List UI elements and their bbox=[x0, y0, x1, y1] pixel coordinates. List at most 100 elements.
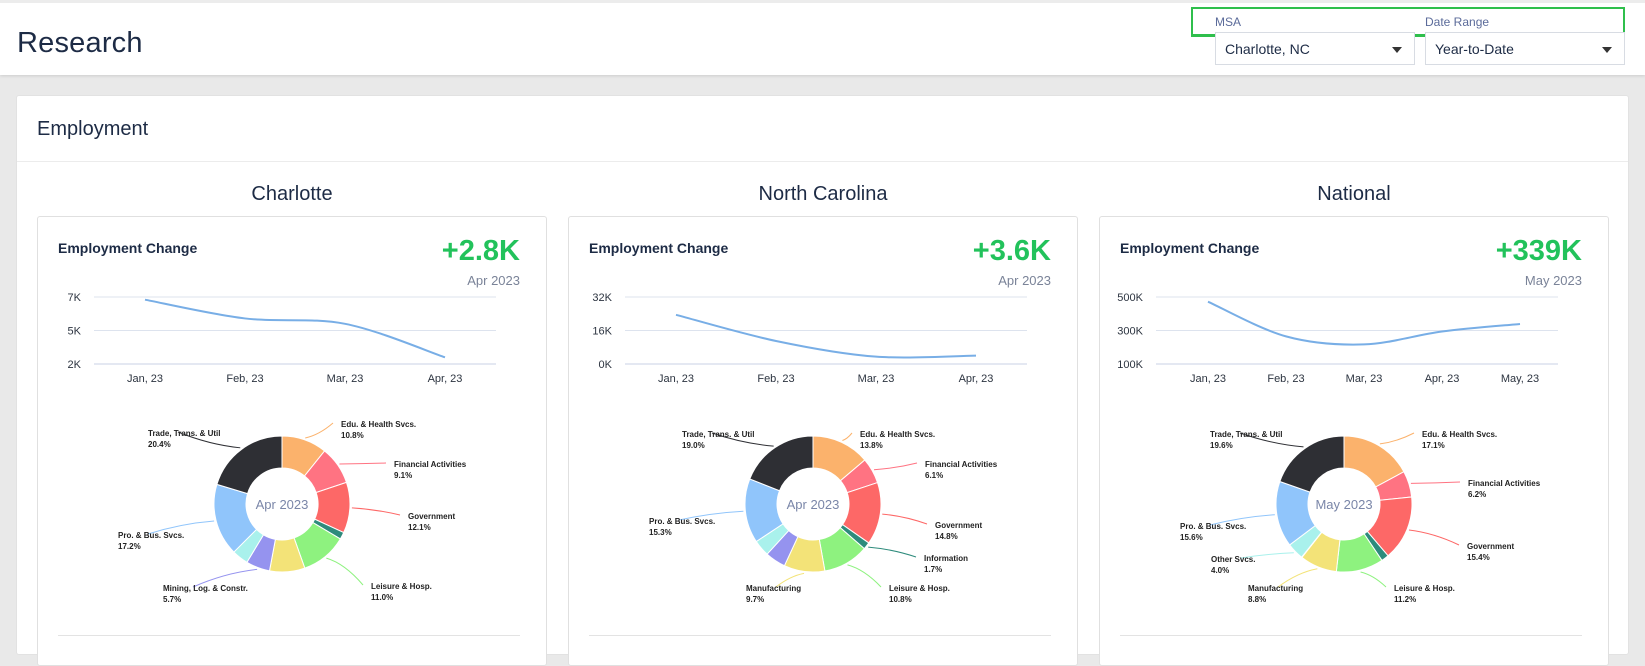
donut-center-label: May 2023 bbox=[1315, 497, 1372, 512]
slice-label: Trade, Trans. & Util bbox=[1210, 430, 1282, 439]
region-title: National bbox=[1317, 183, 1391, 205]
leader-line bbox=[882, 513, 928, 525]
slice-label: Pro. & Bus. Svcs. bbox=[1180, 522, 1246, 531]
chevron-down-icon bbox=[1602, 47, 1612, 53]
slice-label: Mining, Log. & Constr. bbox=[163, 584, 248, 593]
slice-value: 19.6% bbox=[1210, 441, 1233, 450]
divider bbox=[58, 635, 520, 636]
x-tick-label: Jan, 23 bbox=[658, 373, 694, 385]
x-tick-label: Feb, 23 bbox=[757, 373, 794, 385]
x-tick-label: May, 23 bbox=[1501, 373, 1539, 385]
y-tick-label: 16K bbox=[592, 326, 612, 338]
leader-line bbox=[326, 557, 364, 586]
region-title: Charlotte bbox=[251, 183, 333, 205]
slice-value: 17.2% bbox=[118, 542, 141, 551]
slice-value: 10.8% bbox=[341, 431, 364, 440]
slice-label: Manufacturing bbox=[1248, 584, 1303, 593]
slice-label: Information bbox=[924, 554, 968, 563]
slice-value: 11.2% bbox=[1394, 595, 1416, 604]
slice-value: 15.3% bbox=[649, 528, 672, 537]
y-tick-label: 7K bbox=[68, 292, 82, 304]
employment-charts: 7K 5K 2K Jan, 23 Feb, 23 Mar, 23 Apr, 23 Edu. &… bbox=[68, 292, 496, 604]
slice-value: 14.8% bbox=[935, 532, 958, 541]
series-line bbox=[675, 313, 977, 359]
page-title: Research bbox=[17, 27, 143, 59]
slice-value: 9.1% bbox=[394, 471, 412, 480]
x-tick-label: Mar, 23 bbox=[858, 373, 895, 385]
leader-line bbox=[339, 462, 387, 465]
donut-center-label: Apr 2023 bbox=[787, 497, 840, 512]
x-tick-label: Apr, 23 bbox=[959, 373, 994, 385]
region-title: North Carolina bbox=[758, 183, 888, 205]
date-range-select[interactable]: Year-to-Date bbox=[1425, 32, 1625, 65]
date-range-select-value: Year-to-Date bbox=[1435, 41, 1514, 57]
employment-card: Employment Change +2.8K Apr 2023 7K 5K 2K J… bbox=[37, 216, 547, 666]
employment-charts: 500K 300K 100K Jan, 23 Feb, 23 Mar, 23 Apr, 23… bbox=[1117, 292, 1558, 604]
x-tick-label: Mar, 23 bbox=[327, 373, 364, 385]
slice-value: 13.8% bbox=[860, 441, 883, 450]
slice-label: Other Svcs. bbox=[1211, 555, 1255, 564]
slice-label: Pro. & Bus. Svcs. bbox=[649, 517, 715, 526]
chevron-down-icon bbox=[1392, 47, 1402, 53]
top-bar: Research MSA Date Range Charlotte, NC Ye… bbox=[0, 0, 1645, 75]
employment-card: Employment Change +3.6K Apr 2023 32K 16K 0… bbox=[568, 216, 1078, 666]
slice-value: 15.6% bbox=[1180, 533, 1203, 542]
slice-label: Government bbox=[1467, 542, 1514, 551]
leader-line bbox=[873, 462, 918, 471]
leader-line bbox=[868, 546, 917, 558]
slice-label: Financial Activities bbox=[925, 460, 998, 469]
x-tick-label: Feb, 23 bbox=[1267, 373, 1304, 385]
section-title: Employment bbox=[37, 118, 149, 140]
x-tick-label: Mar, 23 bbox=[1346, 373, 1383, 385]
slice-label: Government bbox=[408, 512, 455, 521]
msa-select-value: Charlotte, NC bbox=[1225, 41, 1310, 57]
slice-label: Financial Activities bbox=[1468, 479, 1541, 488]
y-tick-label: 300K bbox=[1117, 326, 1143, 338]
leader-line bbox=[847, 564, 882, 588]
leader-line bbox=[842, 432, 853, 441]
y-tick-label: 2K bbox=[68, 359, 82, 371]
leader-line bbox=[1360, 571, 1387, 588]
divider bbox=[1120, 635, 1582, 636]
section-header: Employment bbox=[17, 96, 1628, 162]
slice-value: 5.7% bbox=[163, 595, 181, 604]
leader-line bbox=[1379, 432, 1415, 445]
slice-label: Pro. & Bus. Svcs. bbox=[118, 531, 184, 540]
slice-label: Financial Activities bbox=[394, 460, 467, 469]
y-tick-label: 32K bbox=[592, 292, 612, 304]
slice-value: 8.8% bbox=[1248, 595, 1266, 604]
msa-label: MSA bbox=[1215, 15, 1242, 29]
slice-value: 20.4% bbox=[148, 440, 171, 449]
slice-label: Leisure & Hosp. bbox=[371, 582, 432, 591]
y-tick-label: 0K bbox=[599, 359, 613, 371]
employment-panel: Employment Charlotte North Carolina Nati… bbox=[16, 95, 1629, 666]
slice-value: 1.7% bbox=[924, 565, 942, 574]
leader-line bbox=[351, 507, 401, 516]
slice-value: 19.0% bbox=[682, 441, 705, 450]
donut-slice bbox=[1279, 435, 1345, 493]
slice-label: Manufacturing bbox=[746, 584, 801, 593]
slice-label: Leisure & Hosp. bbox=[1394, 584, 1455, 593]
date-range-label: Date Range bbox=[1425, 15, 1490, 29]
slice-value: 6.1% bbox=[925, 471, 943, 480]
slice-label: Edu. & Health Svcs. bbox=[1422, 430, 1497, 439]
y-tick-label: 100K bbox=[1117, 359, 1143, 371]
slice-value: 9.7% bbox=[746, 595, 764, 604]
series-line bbox=[144, 298, 446, 359]
leader-line bbox=[305, 422, 334, 439]
slice-value: 17.1% bbox=[1422, 441, 1445, 450]
slice-label: Trade, Trans. & Util bbox=[148, 429, 220, 438]
donut-center-label: Apr 2023 bbox=[256, 497, 309, 512]
slice-label: Leisure & Hosp. bbox=[889, 584, 950, 593]
donut-slice bbox=[216, 435, 283, 495]
x-tick-label: Jan, 23 bbox=[1190, 373, 1226, 385]
divider bbox=[589, 635, 1051, 636]
slice-label: Government bbox=[935, 521, 982, 530]
slice-label: Edu. & Health Svcs. bbox=[860, 430, 935, 439]
x-tick-label: Apr, 23 bbox=[428, 373, 463, 385]
slice-value: 6.2% bbox=[1468, 490, 1486, 499]
slice-value: 12.1% bbox=[408, 523, 431, 532]
msa-select[interactable]: Charlotte, NC bbox=[1215, 32, 1415, 65]
slice-value: 10.8% bbox=[889, 595, 912, 604]
y-tick-label: 500K bbox=[1117, 292, 1143, 304]
